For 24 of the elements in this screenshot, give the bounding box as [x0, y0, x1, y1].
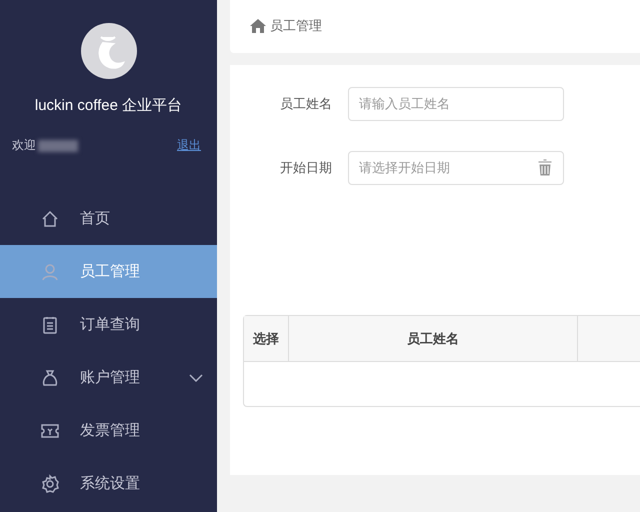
trash-icon[interactable] — [538, 159, 552, 176]
breadcrumb-text: 员工管理 — [270, 18, 322, 34]
menu-item[interactable]: 发票管理 — [0, 404, 217, 457]
logo-icon — [80, 23, 136, 79]
menu-item[interactable]: 首页 — [0, 192, 217, 245]
column-header: 选择 — [244, 316, 289, 361]
menu-item[interactable]: 系统设置 — [0, 457, 217, 510]
input-field[interactable]: 请输入员工姓名 — [348, 87, 564, 121]
field-label: 开始日期 — [279, 160, 333, 177]
column-header: 员工姓名 — [289, 316, 578, 361]
user-icon — [40, 262, 60, 282]
home-icon — [40, 208, 60, 228]
menu-item[interactable]: 账户管理 — [0, 351, 217, 404]
logout-link[interactable]: 退出 — [177, 137, 201, 154]
chevron-icon — [189, 372, 203, 382]
bag-icon — [40, 368, 60, 388]
date-field[interactable]: 请选择开始日期 — [348, 151, 564, 185]
settings-icon — [40, 474, 60, 494]
field-label: 员工姓名 — [279, 96, 333, 113]
brand-title: luckin coffee 企业平台 — [34, 96, 182, 115]
blurred-name — [38, 140, 78, 152]
welcome-text: 欢迎 — [12, 137, 36, 154]
home-icon — [250, 18, 266, 32]
menu-item[interactable]: 订单查询 — [0, 298, 217, 351]
